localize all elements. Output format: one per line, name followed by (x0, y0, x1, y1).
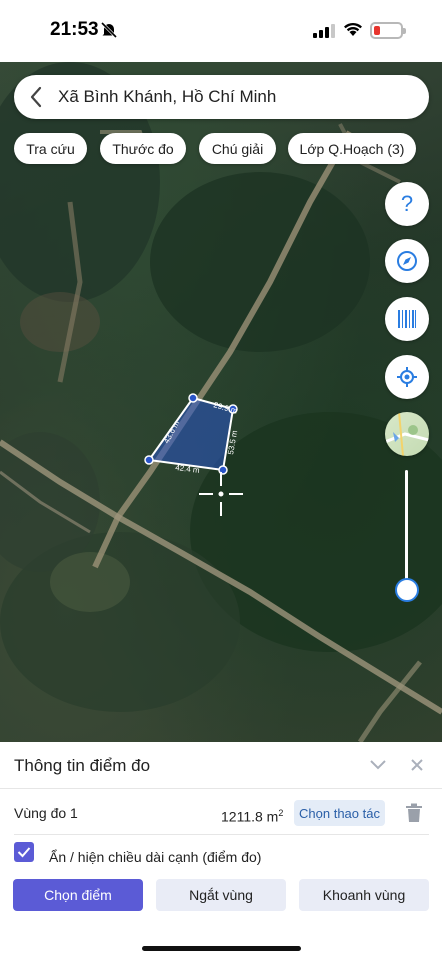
status-bar: 21:53 (0, 0, 442, 62)
measurement-panel: Thông tin điểm đo Vùng đo 1 1211.8 m2 Ch… (0, 742, 442, 960)
compass-icon (397, 251, 417, 271)
battery-icon (370, 22, 406, 39)
map-type-thumbnail[interactable] (385, 412, 429, 456)
choose-point-button[interactable]: Chọn điểm (13, 879, 143, 911)
barcode-scan-button[interactable] (385, 297, 429, 341)
zone-area: 1211.8 m2 (221, 808, 284, 825)
question-icon: ? (400, 191, 414, 216)
panel-title: Thông tin điểm đo (14, 756, 151, 775)
zoom-slider-track[interactable] (405, 470, 408, 590)
map-terrain: 29.9 m 43.6 m 53.5 m 42.4 m (0, 62, 442, 742)
break-zone-button[interactable]: Ngắt vùng (156, 879, 286, 911)
map-layer-icon (385, 412, 429, 456)
zone-name: Vùng đo 1 (14, 805, 78, 821)
edge-label-bottom: 42.4 m (175, 463, 201, 475)
location-target-icon (397, 367, 417, 387)
divider (0, 788, 442, 789)
help-button[interactable]: ? (385, 182, 429, 226)
chip-legend[interactable]: Chú giải (199, 133, 276, 164)
compass-button[interactable] (385, 239, 429, 283)
barcode-icon (398, 310, 416, 328)
search-location-text[interactable]: Xã Bình Khánh, Hồ Chí Minh (58, 87, 276, 107)
satellite-map[interactable]: 29.9 m 43.6 m 53.5 m 42.4 m (0, 62, 442, 742)
choose-action-button[interactable]: Chọn thao tác (294, 800, 385, 826)
chip-ruler[interactable]: Thước đo (100, 133, 186, 164)
bell-muted-icon (100, 21, 118, 39)
my-location-button[interactable] (385, 355, 429, 399)
close-icon[interactable] (409, 757, 425, 773)
toggle-edge-length-checkbox[interactable] (14, 842, 34, 862)
back-icon[interactable] (14, 75, 58, 119)
checkmark-icon (17, 847, 31, 858)
divider (14, 834, 429, 835)
status-time: 21:53 (50, 19, 99, 40)
chip-lookup[interactable]: Tra cứu (14, 133, 87, 164)
home-indicator (142, 946, 301, 951)
search-bar[interactable]: Xã Bình Khánh, Hồ Chí Minh (14, 75, 429, 119)
zoom-slider-thumb[interactable] (395, 578, 419, 602)
chip-planning-layer[interactable]: Lớp Q.Hoạch (3) (288, 133, 416, 164)
chevron-down-icon[interactable] (368, 757, 388, 773)
enclose-zone-button[interactable]: Khoanh vùng (299, 879, 429, 911)
trash-icon[interactable] (405, 803, 423, 823)
cellular-signal-icon (313, 24, 335, 38)
toggle-edge-length-label[interactable]: Ẩn / hiện chiều dài cạnh (điểm đo) (49, 849, 261, 865)
wifi-icon (344, 22, 362, 36)
